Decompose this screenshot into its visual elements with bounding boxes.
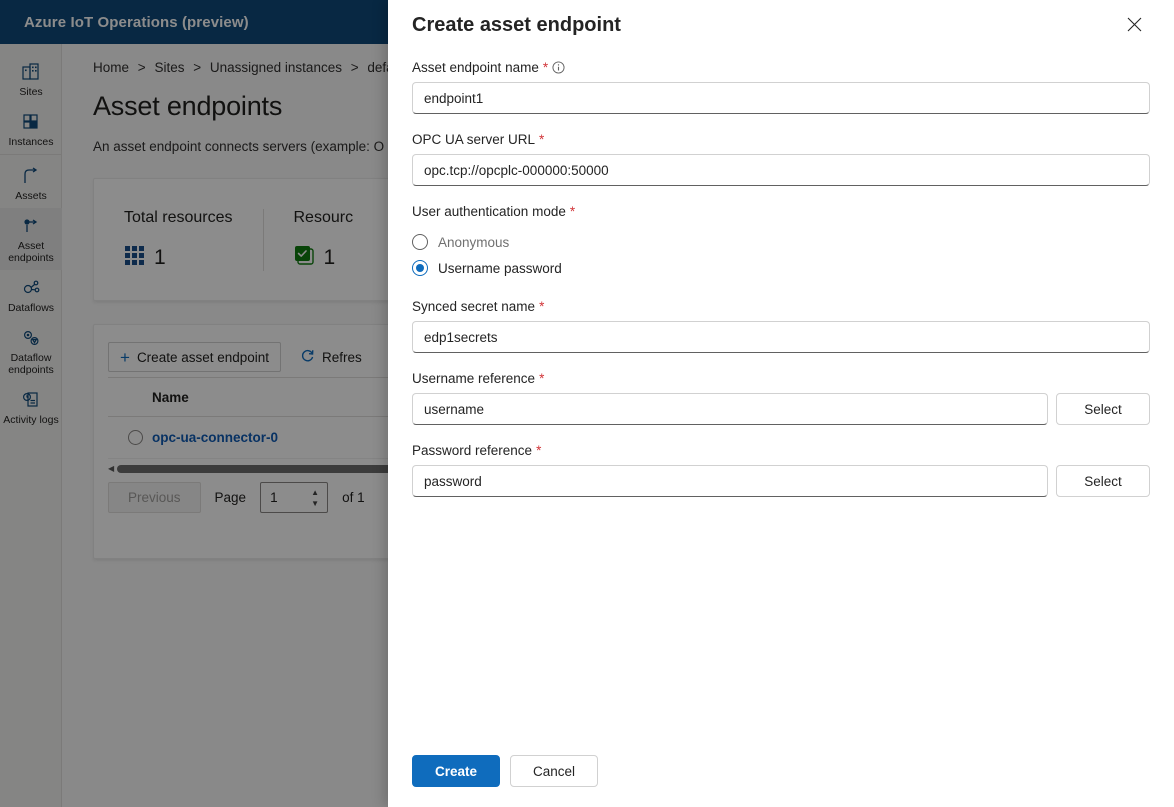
create-asset-endpoint-panel: Create asset endpoint Asset endpoint nam… bbox=[388, 0, 1174, 807]
panel-body: Asset endpoint name * OPC UA server URL … bbox=[388, 60, 1174, 497]
close-button[interactable] bbox=[1118, 10, 1150, 42]
endpoint-name-label: Asset endpoint name bbox=[412, 60, 539, 75]
field-password-reference: Password reference * Select bbox=[412, 443, 1150, 497]
radio-label: Username password bbox=[438, 260, 562, 276]
username-reference-input[interactable] bbox=[412, 393, 1048, 425]
panel-footer: Create Cancel bbox=[388, 755, 1174, 807]
field-label: Password reference * bbox=[412, 443, 1150, 458]
radio-label: Anonymous bbox=[438, 234, 510, 250]
auth-mode-radio-group: Anonymous Username password bbox=[412, 229, 1150, 281]
field-label: Asset endpoint name * bbox=[412, 60, 1150, 75]
username-reference-label: Username reference bbox=[412, 371, 536, 386]
field-username-reference: Username reference * Select bbox=[412, 371, 1150, 425]
field-secret-name: Synced secret name * bbox=[412, 299, 1150, 353]
radio-indicator bbox=[412, 234, 428, 250]
panel-title: Create asset endpoint bbox=[412, 14, 621, 36]
radio-indicator-selected bbox=[412, 260, 428, 276]
field-endpoint-name: Asset endpoint name * bbox=[412, 60, 1150, 114]
secret-name-label: Synced secret name bbox=[412, 299, 536, 314]
required-marker: * bbox=[569, 204, 576, 219]
field-auth-mode: User authentication mode * Anonymous Use… bbox=[412, 204, 1150, 281]
info-icon[interactable] bbox=[552, 61, 565, 74]
required-marker: * bbox=[536, 443, 542, 458]
username-select-button[interactable]: Select bbox=[1056, 393, 1150, 425]
close-icon bbox=[1127, 17, 1142, 35]
secret-name-input[interactable] bbox=[412, 321, 1150, 353]
radio-anonymous[interactable]: Anonymous bbox=[412, 229, 1150, 255]
cancel-button[interactable]: Cancel bbox=[510, 755, 599, 787]
required-marker: * bbox=[542, 60, 549, 75]
server-url-input[interactable] bbox=[412, 154, 1150, 186]
create-button[interactable]: Create bbox=[412, 755, 501, 787]
field-label: OPC UA server URL * bbox=[412, 132, 1150, 147]
password-reference-input[interactable] bbox=[412, 465, 1048, 497]
required-marker: * bbox=[539, 299, 545, 314]
server-url-label: OPC UA server URL bbox=[412, 132, 536, 147]
field-label: User authentication mode * bbox=[412, 204, 1150, 219]
required-marker: * bbox=[539, 371, 545, 386]
field-label: Synced secret name * bbox=[412, 299, 1150, 314]
required-marker: * bbox=[539, 132, 545, 147]
auth-mode-label: User authentication mode bbox=[412, 204, 566, 219]
field-label: Username reference * bbox=[412, 371, 1150, 386]
password-select-button[interactable]: Select bbox=[1056, 465, 1150, 497]
panel-header: Create asset endpoint bbox=[388, 0, 1174, 42]
field-server-url: OPC UA server URL * bbox=[412, 132, 1150, 186]
app-root: Azure IoT Operations (preview) Sites Ins… bbox=[0, 0, 1174, 807]
radio-username-password[interactable]: Username password bbox=[412, 255, 1150, 281]
password-reference-label: Password reference bbox=[412, 443, 533, 458]
endpoint-name-input[interactable] bbox=[412, 82, 1150, 114]
